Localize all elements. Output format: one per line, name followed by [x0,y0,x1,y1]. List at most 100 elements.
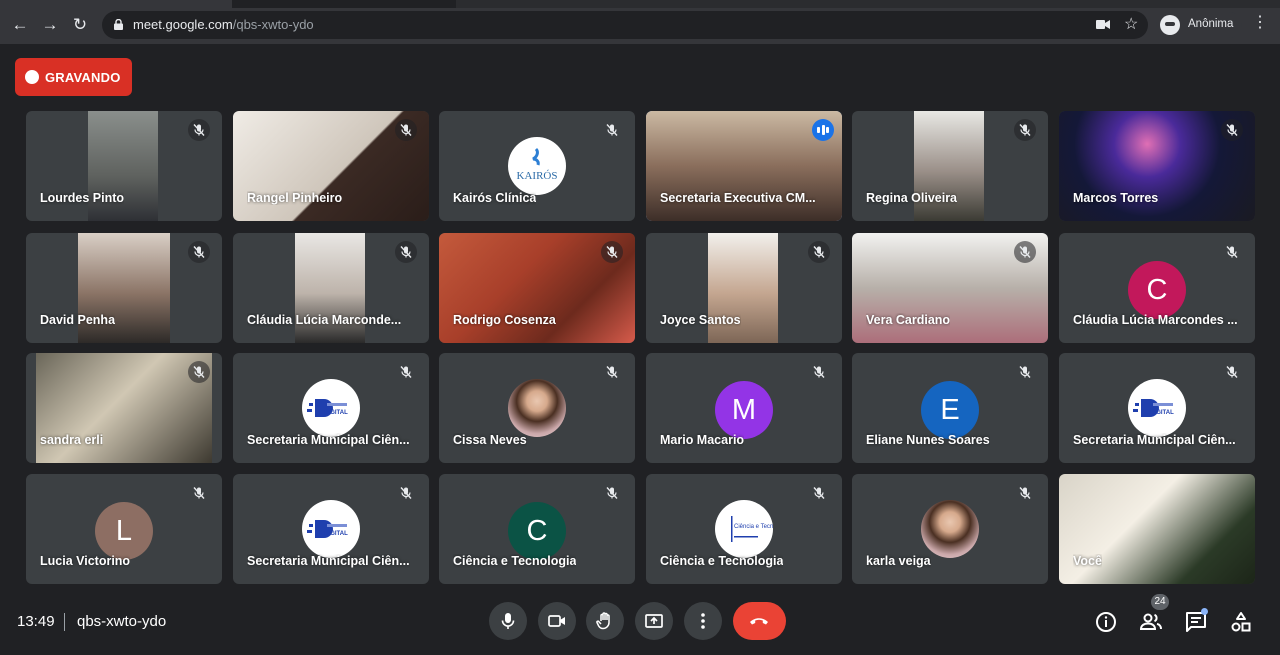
participant-tile[interactable]: Secretaria Executiva CM... [646,111,842,221]
participant-tile[interactable]: Cissa Neves [439,353,635,463]
mic-off-icon [188,119,210,141]
mic-off-icon [188,361,210,383]
mic-off-icon [1221,241,1243,263]
arrow-left-icon[interactable]: ← [9,14,31,36]
record-dot-icon [25,70,39,84]
mic-off-icon [601,241,623,263]
participant-name: Ciência e Tecnologia [660,554,784,568]
end-call-icon [750,618,768,625]
clock-time: 13:49 [17,613,55,630]
tab-strip [0,0,1280,8]
participant-name: Cláudia Lúcia Marcondes ... [1073,313,1238,327]
participant-name: Marcos Torres [1073,191,1159,205]
participant-name: David Penha [40,313,116,327]
mic-off-icon [395,241,417,263]
participant-tile[interactable]: Joyce Santos [646,233,842,343]
participant-tile[interactable]: sandra erli [26,353,222,463]
videocam-icon [548,615,565,627]
mic-off-icon [188,482,210,504]
incognito-profile[interactable]: Anônima [1156,12,1242,38]
participant-tile[interactable]: KAIRÓS Kairós Clínica [439,111,635,221]
participant-name: sandra erli [40,433,104,447]
end-call-button[interactable] [733,602,786,640]
participant-tile[interactable]: E Eliane Nunes Soares [852,353,1048,463]
active-tab[interactable] [0,0,232,8]
participant-tile[interactable]: Você [1059,474,1255,584]
participant-tile[interactable]: Rodrigo Cosenza [439,233,635,343]
avatar-logo: Ciência e Tecnologia [715,500,790,558]
avatar-logo: DIGITAL [1128,379,1186,437]
mic-button[interactable] [489,602,527,640]
reload-icon[interactable]: ↻ [69,14,91,36]
recording-badge: GRAVANDO [15,58,132,96]
participant-tile[interactable]: Cláudia Lúcia Marconde... [233,233,429,343]
mic-off-icon [1221,119,1243,141]
mic-off-icon [601,482,623,504]
participant-tile[interactable]: karla veiga [852,474,1048,584]
participant-tile[interactable]: Regina Oliveira [852,111,1048,221]
participant-tile[interactable]: M Mario Macario [646,353,842,463]
participant-name: Regina Oliveira [866,191,958,205]
meeting-code: qbs-xwto-ydo [77,613,167,630]
participant-name: Kairós Clínica [453,191,537,205]
participant-name: karla veiga [866,554,931,568]
participant-name: Lucia Victorino [40,554,131,568]
mic-off-icon [1014,119,1036,141]
participant-tile[interactable]: DIGITAL Secretaria Municipal Ciên... [233,353,429,463]
mic-off-icon [395,119,417,141]
mic-icon [501,613,515,629]
camera-button[interactable] [538,602,576,640]
participant-name: Vera Cardiano [866,313,951,327]
more-vert-icon [701,613,705,629]
kairos-logo-text: KAIRÓS [517,170,558,182]
ct-logo-text: Ciência e Tecnologia [734,524,773,530]
participant-tile[interactable]: C Cláudia Lúcia Marcondes ... [1059,233,1255,343]
mic-off-icon [808,482,830,504]
digital-logo-text: DIGITAL [324,531,348,537]
avatar: C [1128,261,1186,319]
participant-name: Secretaria Municipal Ciên... [1073,433,1236,447]
participant-name: Você [1073,554,1102,568]
participant-name: Cláudia Lúcia Marconde... [247,313,402,327]
profile-label: Anônima [1188,18,1234,30]
mic-off-icon [188,241,210,263]
inactive-tab[interactable] [456,0,1280,8]
avatar-logo: KAIRÓS [508,137,566,195]
participant-tile[interactable]: Vera Cardiano [852,233,1048,343]
participant-name: Joyce Santos [660,313,741,327]
participant-tile[interactable]: Rangel Pinheiro [233,111,429,221]
mic-off-icon [1014,241,1036,263]
more-vert-icon[interactable]: ⋮ [1252,12,1268,34]
raise-hand-button[interactable] [586,602,624,640]
incognito-icon [1160,15,1180,35]
participant-tile[interactable]: Lourdes Pinto [26,111,222,221]
address-bar[interactable]: meet.google.com/qbs-xwto-ydo ☆ [102,11,1148,39]
people-icon[interactable] [1139,610,1163,634]
mic-off-icon [395,361,417,383]
mic-off-icon [1014,482,1036,504]
bottom-bar: 13:49 qbs-xwto-ydo 24 [0,594,1280,655]
camera-icon[interactable] [1096,19,1110,30]
participant-tile[interactable]: DIGITAL Secretaria Municipal Ciên... [233,474,429,584]
activities-icon[interactable] [1229,610,1253,634]
participant-tile[interactable]: Marcos Torres [1059,111,1255,221]
star-icon[interactable]: ☆ [1124,14,1138,34]
participant-tile[interactable]: David Penha [26,233,222,343]
participant-tile[interactable]: DIGITAL Secretaria Municipal Ciên... [1059,353,1255,463]
avatar-logo: DIGITAL [302,500,360,558]
info-icon[interactable] [1094,610,1118,634]
arrow-right-icon[interactable]: → [39,14,61,36]
participant-tile[interactable]: L Lucia Victorino [26,474,222,584]
mic-off-icon [395,482,417,504]
participant-tile[interactable]: Ciência e Tecnologia Ciência e Tecnologia [646,474,842,584]
present-button[interactable] [635,602,673,640]
participant-tile[interactable]: C Ciência e Tecnologia [439,474,635,584]
digital-logo-text: DIGITAL [1150,410,1174,416]
speaking-indicator-icon [812,119,834,141]
present-icon [645,614,663,628]
participant-name: Secretaria Municipal Ciên... [247,433,410,447]
participant-name: Rangel Pinheiro [247,191,343,205]
participant-name: Eliane Nunes Soares [866,433,990,447]
more-options-button[interactable] [684,602,722,640]
lock-icon[interactable] [114,19,123,30]
